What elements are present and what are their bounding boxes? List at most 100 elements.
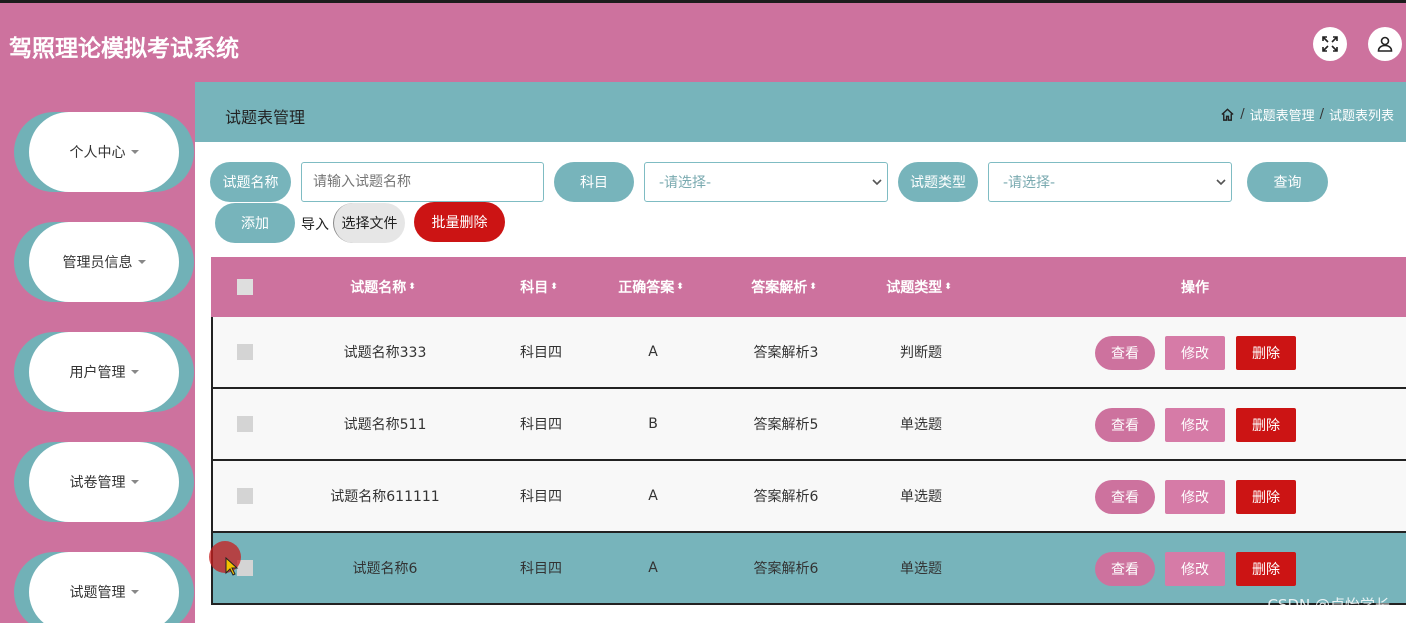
sidebar-item-label: 试题管理 (69, 585, 126, 601)
cell-analysis: 答案解析6 (753, 561, 819, 577)
column-header-answer[interactable]: 正确答案 ⬍ (591, 257, 711, 317)
sidebar-item-admin-info[interactable]: 管理员信息 (14, 222, 194, 302)
view-button[interactable]: 查看 (1095, 408, 1155, 442)
view-button[interactable]: 查看 (1095, 480, 1155, 514)
chevron-down-icon (1216, 179, 1226, 186)
sidebar-item-personal-center[interactable]: 个人中心 (14, 112, 194, 192)
import-label: 导入 (301, 217, 329, 233)
fullscreen-icon (1322, 36, 1338, 52)
cell-analysis: 答案解析5 (753, 417, 819, 433)
cell-subject: 科目四 (520, 489, 562, 505)
sidebar-item-label: 用户管理 (69, 365, 126, 381)
cell-subject: 科目四 (520, 345, 562, 361)
view-button[interactable]: 查看 (1095, 336, 1155, 370)
app-title: 驾照理论模拟考试系统 (9, 36, 239, 62)
cell-subject: 科目四 (520, 417, 562, 433)
row-checkbox[interactable] (237, 344, 253, 360)
type-select[interactable]: -请选择- (988, 162, 1232, 202)
cell-answer: B (648, 416, 658, 432)
type-select-value: -请选择- (1003, 175, 1056, 191)
top-bar: 驾照理论模拟考试系统 (0, 0, 1406, 82)
table-row[interactable]: 试题名称611111 科目四 A 答案解析6 单选题 查看 修改 删除 (211, 461, 1406, 533)
cell-type: 单选题 (900, 561, 942, 577)
fullscreen-button[interactable] (1313, 27, 1347, 61)
caret-down-icon (130, 370, 139, 374)
sidebar: 个人中心 管理员信息 用户管理 试卷管理 试题管理 (0, 82, 195, 623)
column-header-actions: 操作 (1181, 280, 1209, 296)
batch-delete-button[interactable]: 批量删除 (414, 202, 505, 242)
user-menu-button[interactable] (1368, 27, 1402, 61)
type-filter-label: 试题类型 (898, 162, 978, 202)
breadcrumb-item[interactable]: 试题表列表 (1329, 105, 1394, 124)
cell-type: 单选题 (900, 489, 942, 505)
chevron-down-icon (872, 179, 882, 186)
breadcrumb: / 试题表管理 / 试题表列表 (1220, 105, 1394, 124)
breadcrumb-item[interactable]: 试题表管理 (1250, 105, 1315, 124)
page-title: 试题表管理 (225, 108, 306, 127)
cell-name: 试题名称611111 (330, 489, 440, 505)
cell-answer: A (648, 560, 658, 576)
column-header-subject[interactable]: 科目 ⬍ (479, 257, 599, 317)
delete-button[interactable]: 删除 (1236, 552, 1296, 586)
name-filter-label: 试题名称 (210, 162, 291, 202)
cell-name: 试题名称333 (343, 345, 427, 361)
delete-button[interactable]: 删除 (1236, 480, 1296, 514)
caret-down-icon (130, 480, 139, 484)
sidebar-item-paper-management[interactable]: 试卷管理 (14, 442, 194, 522)
table-row[interactable]: 试题名称333 科目四 A 答案解析3 判断题 查看 修改 删除 (211, 317, 1406, 389)
cell-analysis: 答案解析3 (753, 345, 819, 361)
sidebar-item-label: 个人中心 (69, 145, 126, 161)
sidebar-item-label: 试卷管理 (69, 475, 126, 491)
view-button[interactable]: 查看 (1095, 552, 1155, 586)
cursor-arrow-icon (225, 557, 239, 576)
subject-filter-label: 科目 (554, 162, 634, 202)
page-header: 试题表管理 / 试题表管理 / 试题表列表 (195, 82, 1406, 142)
home-icon[interactable] (1220, 107, 1235, 122)
edit-button[interactable]: 修改 (1165, 480, 1225, 514)
edit-button[interactable]: 修改 (1165, 336, 1225, 370)
sort-icon: ⬍ (809, 282, 817, 292)
subject-select[interactable]: -请选择- (644, 162, 888, 202)
cell-answer: A (648, 488, 658, 504)
main-content: 试题表管理 / 试题表管理 / 试题表列表 试题名称 科目 -请选择- 试题类型… (195, 82, 1406, 623)
watermark: CSDN @卓怡学长 (1267, 596, 1390, 614)
table-row[interactable]: 试题名称6 科目四 A 答案解析6 单选题 查看 修改 删除 (211, 533, 1406, 605)
sidebar-item-label: 管理员信息 (62, 255, 133, 271)
select-all-checkbox[interactable] (237, 279, 253, 295)
sort-icon: ⬍ (408, 282, 416, 292)
cell-name: 试题名称6 (352, 561, 418, 577)
caret-down-icon (130, 590, 139, 594)
cell-name: 试题名称511 (343, 417, 427, 433)
sort-icon: ⬍ (550, 282, 558, 292)
sort-icon: ⬍ (944, 282, 952, 292)
breadcrumb-separator: / (1240, 107, 1245, 122)
delete-button[interactable]: 删除 (1236, 408, 1296, 442)
column-header-analysis[interactable]: 答案解析 ⬍ (724, 257, 844, 317)
sort-icon: ⬍ (676, 282, 684, 292)
cell-analysis: 答案解析6 (753, 489, 819, 505)
sidebar-item-question-management[interactable]: 试题管理 (14, 552, 194, 623)
row-checkbox[interactable] (237, 488, 253, 504)
column-header-type[interactable]: 试题类型 ⬍ (859, 257, 979, 317)
user-icon (1377, 36, 1393, 52)
row-checkbox[interactable] (237, 416, 253, 432)
caret-down-icon (137, 260, 146, 264)
add-button[interactable]: 添加 (215, 203, 295, 243)
sidebar-item-user-management[interactable]: 用户管理 (14, 332, 194, 412)
choose-file-button[interactable]: 选择文件 (333, 203, 405, 243)
cell-type: 判断题 (900, 345, 942, 361)
edit-button[interactable]: 修改 (1165, 552, 1225, 586)
column-header-name[interactable]: 试题名称 ⬍ (303, 257, 463, 317)
query-button[interactable]: 查询 (1247, 162, 1328, 202)
cell-subject: 科目四 (520, 561, 562, 577)
edit-button[interactable]: 修改 (1165, 408, 1225, 442)
breadcrumb-separator: / (1319, 107, 1324, 122)
table-row[interactable]: 试题名称511 科目四 B 答案解析5 单选题 查看 修改 删除 (211, 389, 1406, 461)
cell-answer: A (648, 344, 658, 360)
table-header: 试题名称 ⬍ 科目 ⬍ 正确答案 ⬍ 答案解析 ⬍ 试题类型 ⬍ 操作 (211, 257, 1406, 317)
caret-down-icon (130, 150, 139, 154)
delete-button[interactable]: 删除 (1236, 336, 1296, 370)
name-search-input[interactable] (301, 162, 544, 202)
cell-type: 单选题 (900, 417, 942, 433)
subject-select-value: -请选择- (659, 175, 712, 191)
